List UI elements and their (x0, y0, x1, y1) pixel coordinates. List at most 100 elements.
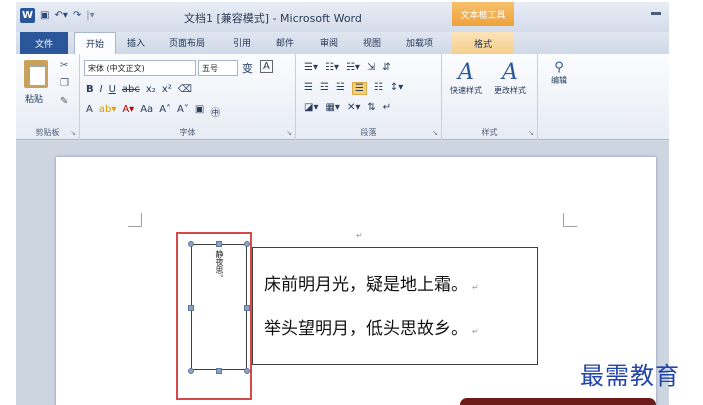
paste-button[interactable]: 粘贴 (25, 92, 43, 105)
justify-icon[interactable]: ☰ (351, 82, 367, 95)
font-color-icon[interactable]: A▾ (122, 104, 134, 119)
paragraph-mark: ↵ (472, 283, 479, 292)
show-marks-icon[interactable]: ↵ (383, 102, 391, 113)
title-bar: W ▣ ↶▾ ↷ |▾ 文档1 [兼容模式] - Microsoft Word … (16, 2, 669, 32)
editing-group: ⚲ 编辑 (538, 54, 578, 140)
superscript-icon[interactable]: x² (162, 84, 172, 95)
resize-handle[interactable] (188, 368, 194, 374)
clipboard-group: 粘贴 ✂ ❐ ✎ 剪贴板 ↘ (16, 54, 80, 140)
tab-file[interactable]: 文件 (20, 32, 68, 54)
shrink-font-icon[interactable]: A˅ (177, 104, 189, 119)
asian-layout-icon[interactable]: ✕▾ (347, 102, 360, 113)
line-spacing-icon[interactable]: ↕▾ (390, 82, 403, 95)
resize-handle[interactable] (188, 241, 194, 247)
resize-handle[interactable] (216, 368, 222, 374)
save-icon[interactable]: ▣ (40, 10, 49, 21)
margin-mark-right (563, 213, 577, 227)
highlight-icon[interactable]: ab▾ (99, 104, 117, 119)
paragraph-align-row: ☰ ☲ ☱ ☰ ☷ ↕▾ (304, 82, 403, 95)
editing-label: 编辑 (551, 76, 567, 85)
font-size-toggle-icon[interactable]: Aa (140, 104, 153, 119)
paragraph-group-label: 段落 (360, 128, 377, 137)
tab-mailings[interactable]: 邮件 (276, 36, 294, 49)
tab-references[interactable]: 引用 (233, 36, 251, 49)
change-styles-label: 更改样式 (494, 86, 526, 95)
window-title: 文档1 [兼容模式] - Microsoft Word (184, 12, 362, 25)
redo-icon[interactable]: ↷ (73, 10, 81, 21)
font-format-row: B I U abc x₂ x² ⌫ (86, 84, 192, 95)
resize-handle[interactable] (244, 305, 250, 311)
watermark: 最需教育 (580, 362, 680, 390)
bold-icon[interactable]: B (86, 84, 94, 95)
styles-group-label: 样式 (481, 128, 498, 137)
underline-icon[interactable]: U (109, 84, 116, 95)
tab-insert[interactable]: 插入 (127, 36, 145, 49)
align-center-icon[interactable]: ☲ (320, 82, 329, 95)
change-styles-button[interactable]: A 更改样式 (490, 60, 530, 96)
customize-qat-icon[interactable]: |▾ (86, 10, 94, 21)
format-painter-icon[interactable]: ✎ (60, 96, 68, 107)
font-color-row: A ab▾ A▾ Aa A˄ A˅ ▣ ㊥ (86, 104, 220, 119)
poem-line-1[interactable]: 床前明月光，疑是地上霜。 ↵ (264, 270, 479, 295)
clipboard-launcher-icon[interactable]: ↘ (70, 129, 76, 137)
italic-icon[interactable]: I (100, 84, 103, 95)
resize-handle[interactable] (216, 241, 222, 247)
tab-view[interactable]: 视图 (363, 36, 381, 49)
font-group: 宋体 (中文正文) 五号 变 A B I U abc x₂ x² ⌫ A ab▾… (80, 54, 296, 140)
paragraph-mark: ↵ (472, 327, 479, 336)
styles-launcher-icon[interactable]: ↘ (528, 129, 534, 137)
tab-review[interactable]: 审阅 (320, 36, 338, 49)
tab-format[interactable]: 格式 (452, 32, 514, 54)
shading-icon[interactable]: ◪▾ (304, 102, 318, 113)
cut-icon[interactable]: ✂ (60, 60, 68, 71)
textbox-tools-label: 文本框工具 (452, 2, 514, 26)
sort-az-icon[interactable]: ⇅ (367, 102, 375, 113)
ribbon: 粘贴 ✂ ❐ ✎ 剪贴板 ↘ 宋体 (中文正文) 五号 变 A B I U ab… (16, 54, 669, 140)
align-left-icon[interactable]: ☰ (304, 82, 313, 95)
text-effect-icon[interactable]: A (86, 104, 93, 119)
font-name-select[interactable]: 宋体 (中文正文) (84, 60, 196, 76)
change-styles-icon: A (502, 60, 518, 85)
borders-icon[interactable]: ▦▾ (325, 102, 339, 113)
margin-mark-left (128, 213, 142, 227)
align-right-icon[interactable]: ☱ (336, 82, 345, 95)
paste-icon[interactable] (24, 60, 48, 88)
numbering-icon[interactable]: ☷▾ (325, 62, 339, 73)
vertical-title-text[interactable]: 静夜思。 (214, 250, 225, 282)
undo-icon[interactable]: ↶▾ (54, 10, 67, 21)
paragraph-list-row: ☰▾ ☷▾ ☵▾ ⇲ ⇵ (304, 62, 391, 73)
minimize-button[interactable] (651, 12, 661, 15)
font-size-select[interactable]: 五号 (198, 60, 238, 76)
resize-handle[interactable] (244, 241, 250, 247)
poem-textbox[interactable] (252, 247, 538, 365)
word-logo-icon[interactable]: W (20, 8, 35, 23)
paragraph-group: ☰▾ ☷▾ ☵▾ ⇲ ⇵ ☰ ☲ ☱ ☰ ☷ ↕▾ ◪▾ ▦▾ ✕▾ ⇅ ↵ 段… (296, 54, 442, 140)
subscript-icon[interactable]: x₂ (146, 84, 156, 95)
bullets-icon[interactable]: ☰▾ (304, 62, 318, 73)
poem-line-2[interactable]: 举头望明月，低头思故乡。 ↵ (264, 314, 479, 339)
strikethrough-icon[interactable]: abc (122, 84, 140, 95)
sort-icon[interactable]: ⇵ (382, 62, 390, 73)
editing-button[interactable]: ⚲ 编辑 (544, 60, 574, 86)
grow-font-icon[interactable]: A˄ (159, 104, 171, 119)
tab-home[interactable]: 开始 (74, 32, 116, 54)
multilevel-list-icon[interactable]: ☵▾ (346, 62, 360, 73)
copy-icon[interactable]: ❐ (60, 78, 69, 89)
resize-handle[interactable] (188, 305, 194, 311)
paragraph-launcher-icon[interactable]: ↘ (432, 129, 438, 137)
distributed-icon[interactable]: ☷ (374, 82, 383, 95)
change-case-icon[interactable]: 变 (242, 60, 253, 76)
char-border-icon[interactable]: A (260, 60, 273, 73)
ribbon-tabs: 文件 开始 插入 页面布局 引用 邮件 审阅 视图 加载项 格式 (16, 32, 669, 54)
char-shading-icon[interactable]: ▣ (195, 104, 204, 119)
quick-styles-label: 快速样式 (450, 86, 482, 95)
poem-line-1-text: 床前明月光，疑是地上霜。 (264, 275, 468, 295)
tab-addins[interactable]: 加载项 (406, 36, 433, 49)
enclose-char-icon[interactable]: ㊥ (210, 104, 220, 119)
font-launcher-icon[interactable]: ↘ (286, 129, 292, 137)
tab-page-layout[interactable]: 页面布局 (169, 36, 205, 49)
clear-format-icon[interactable]: ⌫ (178, 84, 192, 95)
resize-handle[interactable] (244, 368, 250, 374)
chinese-layout-icon[interactable]: ⇲ (367, 62, 375, 73)
quick-styles-button[interactable]: A 快速样式 (446, 60, 486, 96)
